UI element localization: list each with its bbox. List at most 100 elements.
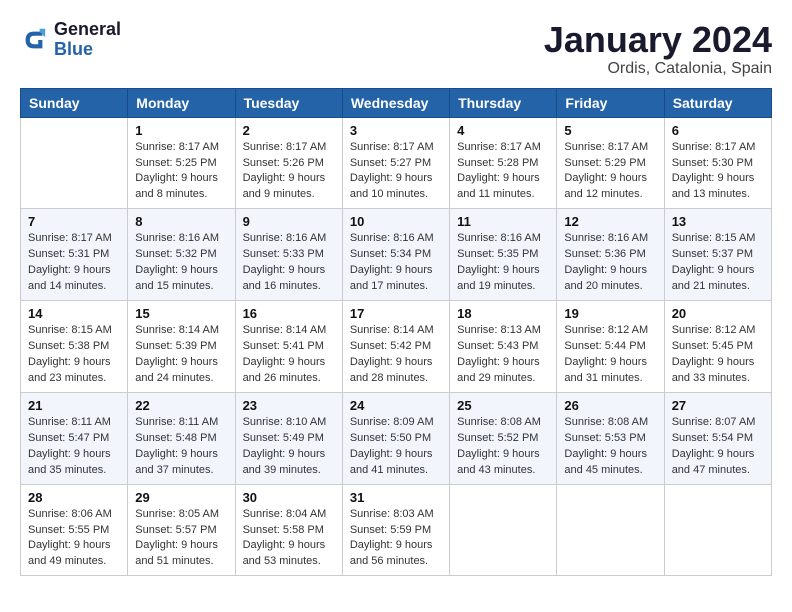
calendar-cell: 23 Sunrise: 8:10 AMSunset: 5:49 PMDayligh… [235,392,342,484]
col-monday: Monday [128,88,235,117]
day-info: Sunrise: 8:04 AMSunset: 5:58 PMDaylight:… [243,507,335,571]
day-number: 18 [457,306,549,321]
calendar-subtitle: Ordis, Catalonia, Spain [544,60,772,78]
day-info: Sunrise: 8:12 AMSunset: 5:45 PMDaylight:… [672,323,764,387]
day-info: Sunrise: 8:10 AMSunset: 5:49 PMDaylight:… [243,415,335,479]
day-info: Sunrise: 8:11 AMSunset: 5:47 PMDaylight:… [28,415,120,479]
calendar-cell: 31 Sunrise: 8:03 AMSunset: 5:59 PMDayligh… [342,484,449,576]
day-info: Sunrise: 8:16 AMSunset: 5:34 PMDaylight:… [350,231,442,295]
logo-icon [20,26,48,54]
day-info: Sunrise: 8:17 AMSunset: 5:27 PMDaylight:… [350,140,442,204]
day-number: 19 [564,306,656,321]
calendar-header-row: Sunday Monday Tuesday Wednesday Thursday… [21,88,772,117]
day-info: Sunrise: 8:16 AMSunset: 5:32 PMDaylight:… [135,231,227,295]
calendar-cell: 5Sunrise: 8:17 AMSunset: 5:29 PMDaylight… [557,117,664,209]
day-number: 4 [457,123,549,138]
calendar-cell: 16 Sunrise: 8:14 AMSunset: 5:41 PMDayligh… [235,301,342,393]
day-info: Sunrise: 8:07 AMSunset: 5:54 PMDaylight:… [672,415,764,479]
day-info: Sunrise: 8:14 AMSunset: 5:42 PMDaylight:… [350,323,442,387]
calendar-cell: 10 Sunrise: 8:16 AMSunset: 5:34 PMDayligh… [342,209,449,301]
calendar-cell: 14 Sunrise: 8:15 AMSunset: 5:38 PMDayligh… [21,301,128,393]
title-section: January 2024 Ordis, Catalonia, Spain [544,20,772,78]
calendar-week-row: 21Sunrise: 8:11 AMSunset: 5:47 PMDayligh… [21,392,772,484]
day-number: 1 [135,123,227,138]
calendar-cell: 30 Sunrise: 8:04 AMSunset: 5:58 PMDayligh… [235,484,342,576]
day-number: 5 [564,123,656,138]
day-info: Sunrise: 8:17 AMSunset: 5:30 PMDaylight:… [672,140,764,204]
day-info: Sunrise: 8:14 AMSunset: 5:39 PMDaylight:… [135,323,227,387]
day-number: 13 [672,214,764,229]
day-number: 6 [672,123,764,138]
calendar-cell: 3 Sunrise: 8:17 AMSunset: 5:27 PMDaylight… [342,117,449,209]
calendar-cell: 12 Sunrise: 8:16 AMSunset: 5:36 PMDayligh… [557,209,664,301]
calendar-cell [450,484,557,576]
calendar-cell: 8 Sunrise: 8:16 AMSunset: 5:32 PMDaylight… [128,209,235,301]
day-number: 10 [350,214,442,229]
calendar-week-row: 7 Sunrise: 8:17 AMSunset: 5:31 PMDaylight… [21,209,772,301]
day-number: 12 [564,214,656,229]
col-thursday: Thursday [450,88,557,117]
day-number: 15 [135,306,227,321]
day-number: 29 [135,490,227,505]
day-info: Sunrise: 8:15 AMSunset: 5:38 PMDaylight:… [28,323,120,387]
calendar-cell: 7 Sunrise: 8:17 AMSunset: 5:31 PMDaylight… [21,209,128,301]
calendar-cell: 4 Sunrise: 8:17 AMSunset: 5:28 PMDaylight… [450,117,557,209]
calendar-cell: 25Sunrise: 8:08 AMSunset: 5:52 PMDayligh… [450,392,557,484]
day-number: 17 [350,306,442,321]
calendar-cell: 13Sunrise: 8:15 AMSunset: 5:37 PMDayligh… [664,209,771,301]
calendar-cell: 1 Sunrise: 8:17 AMSunset: 5:25 PMDaylight… [128,117,235,209]
day-info: Sunrise: 8:17 AMSunset: 5:31 PMDaylight:… [28,231,120,295]
calendar-cell: 28 Sunrise: 8:06 AMSunset: 5:55 PMDayligh… [21,484,128,576]
day-info: Sunrise: 8:16 AMSunset: 5:33 PMDaylight:… [243,231,335,295]
calendar-cell [664,484,771,576]
calendar-cell: 2Sunrise: 8:17 AMSunset: 5:26 PMDaylight… [235,117,342,209]
day-info: Sunrise: 8:17 AMSunset: 5:28 PMDaylight:… [457,140,549,204]
calendar-cell: 17 Sunrise: 8:14 AMSunset: 5:42 PMDayligh… [342,301,449,393]
day-info: Sunrise: 8:12 AMSunset: 5:44 PMDaylight:… [564,323,656,387]
day-info: Sunrise: 8:08 AMSunset: 5:52 PMDaylight:… [457,415,549,479]
col-sunday: Sunday [21,88,128,117]
col-saturday: Saturday [664,88,771,117]
col-wednesday: Wednesday [342,88,449,117]
calendar-cell: 6 Sunrise: 8:17 AMSunset: 5:30 PMDaylight… [664,117,771,209]
calendar-cell: 29Sunrise: 8:05 AMSunset: 5:57 PMDayligh… [128,484,235,576]
day-number: 20 [672,306,764,321]
day-info: Sunrise: 8:09 AMSunset: 5:50 PMDaylight:… [350,415,442,479]
calendar-week-row: 14 Sunrise: 8:15 AMSunset: 5:38 PMDayligh… [21,301,772,393]
day-info: Sunrise: 8:14 AMSunset: 5:41 PMDaylight:… [243,323,335,387]
day-info: Sunrise: 8:06 AMSunset: 5:55 PMDaylight:… [28,507,120,571]
day-info: Sunrise: 8:03 AMSunset: 5:59 PMDaylight:… [350,507,442,571]
logo: General Blue [20,20,121,60]
day-info: Sunrise: 8:17 AMSunset: 5:26 PMDaylight:… [243,140,335,204]
day-number: 14 [28,306,120,321]
day-number: 3 [350,123,442,138]
calendar-cell: 11 Sunrise: 8:16 AMSunset: 5:35 PMDayligh… [450,209,557,301]
day-info: Sunrise: 8:13 AMSunset: 5:43 PMDaylight:… [457,323,549,387]
calendar-cell: 9Sunrise: 8:16 AMSunset: 5:33 PMDaylight… [235,209,342,301]
calendar-cell: 27Sunrise: 8:07 AMSunset: 5:54 PMDayligh… [664,392,771,484]
calendar-cell [557,484,664,576]
day-number: 11 [457,214,549,229]
day-number: 28 [28,490,120,505]
calendar-cell [21,117,128,209]
day-info: Sunrise: 8:17 AMSunset: 5:25 PMDaylight:… [135,140,227,204]
day-number: 7 [28,214,120,229]
calendar-table: Sunday Monday Tuesday Wednesday Thursday… [20,88,772,577]
day-number: 8 [135,214,227,229]
day-number: 24 [350,398,442,413]
col-tuesday: Tuesday [235,88,342,117]
logo-text: General Blue [54,20,121,60]
calendar-week-row: 1 Sunrise: 8:17 AMSunset: 5:25 PMDaylight… [21,117,772,209]
day-info: Sunrise: 8:16 AMSunset: 5:36 PMDaylight:… [564,231,656,295]
day-number: 30 [243,490,335,505]
day-number: 31 [350,490,442,505]
calendar-cell: 22Sunrise: 8:11 AMSunset: 5:48 PMDayligh… [128,392,235,484]
day-info: Sunrise: 8:08 AMSunset: 5:53 PMDaylight:… [564,415,656,479]
day-info: Sunrise: 8:11 AMSunset: 5:48 PMDaylight:… [135,415,227,479]
day-info: Sunrise: 8:16 AMSunset: 5:35 PMDaylight:… [457,231,549,295]
calendar-title: January 2024 [544,20,772,60]
day-number: 16 [243,306,335,321]
header: General Blue January 2024 Ordis, Catalon… [20,20,772,78]
calendar-cell: 20 Sunrise: 8:12 AMSunset: 5:45 PMDayligh… [664,301,771,393]
day-number: 23 [243,398,335,413]
